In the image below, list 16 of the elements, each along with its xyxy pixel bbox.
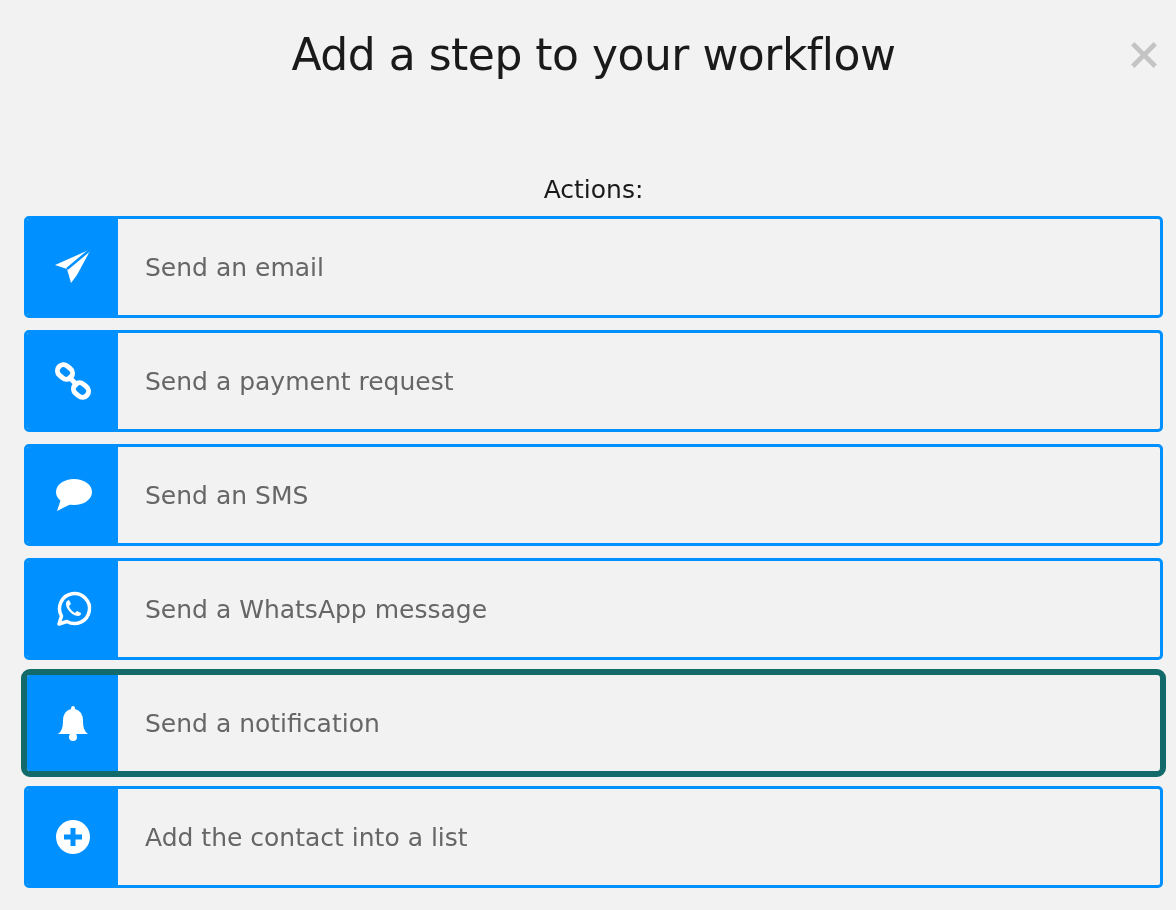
dialog-title: Add a step to your workflow	[291, 28, 896, 82]
action-item[interactable]: Send a WhatsApp message	[24, 558, 1163, 660]
action-label: Send an email	[145, 252, 324, 282]
action-label: Send a WhatsApp message	[145, 594, 488, 624]
section-label: Actions:	[542, 174, 645, 206]
action-label: Send an SMS	[145, 480, 309, 510]
action-label: Add the contact into a list	[145, 822, 468, 852]
link-icon	[52, 361, 93, 401]
action-item[interactable]: Send an email	[24, 216, 1163, 318]
close-icon[interactable]	[1129, 40, 1159, 70]
action-label: Send a payment request	[145, 366, 454, 396]
action-item[interactable]: Send an SMS	[24, 444, 1163, 546]
action-item[interactable]: Add the contact into a list	[24, 786, 1163, 888]
action-item[interactable]: Send a payment request	[24, 330, 1163, 432]
action-label: Send a notification	[145, 708, 380, 738]
action-item[interactable]: Send a notification	[21, 669, 1166, 777]
